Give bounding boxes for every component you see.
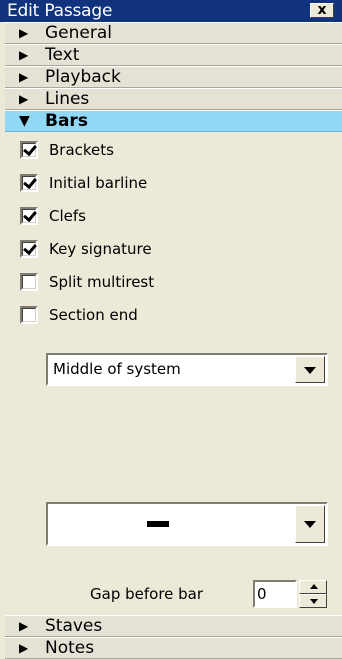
- checkbox-label: Section end: [49, 306, 138, 324]
- checkbox-label: Split multirest: [49, 273, 155, 291]
- checkbox-box[interactable]: [20, 306, 38, 324]
- section-playback[interactable]: ▶ Playback: [5, 66, 342, 88]
- section-label: Playback: [45, 67, 121, 87]
- section-text[interactable]: ▶ Text: [5, 44, 342, 66]
- triangle-right-icon: ▶: [19, 26, 29, 40]
- triangle-right-icon: ▶: [19, 641, 29, 655]
- gap-before-bar-input[interactable]: 0: [253, 580, 297, 608]
- chevron-down-icon[interactable]: [295, 505, 325, 543]
- section-label: Lines: [45, 89, 90, 109]
- triangle-right-icon: ▶: [19, 92, 29, 106]
- section-general[interactable]: ▶ General: [5, 22, 342, 44]
- triangle-right-icon: ▶: [19, 70, 29, 84]
- triangle-right-icon: ▶: [19, 48, 29, 62]
- checkbox-label: Clefs: [49, 207, 86, 225]
- checkbox-box[interactable]: [20, 141, 38, 159]
- normal-barline-glyph-icon: [147, 521, 169, 527]
- checkbox-box[interactable]: [20, 174, 38, 192]
- section-label: Bars: [45, 111, 88, 131]
- checkbox-label: Brackets: [49, 141, 114, 159]
- close-icon: x: [317, 2, 327, 18]
- checkbox-label: Key signature: [49, 240, 152, 258]
- chevron-down-icon[interactable]: [295, 356, 325, 383]
- section-notes[interactable]: ▶ Notes: [5, 637, 342, 659]
- window-title: Edit Passage: [7, 1, 113, 21]
- checkbox-box[interactable]: [20, 207, 38, 225]
- triangle-down-icon: ▼: [19, 113, 30, 129]
- close-button[interactable]: x: [310, 3, 334, 18]
- section-lines[interactable]: ▶ Lines: [5, 88, 342, 110]
- position-select-value: Middle of system: [53, 360, 181, 378]
- section-bars[interactable]: ▼ Bars: [5, 110, 342, 132]
- spin-down-button[interactable]: [299, 594, 327, 608]
- checkbox-box[interactable]: [20, 273, 38, 291]
- section-label: Staves: [45, 616, 103, 636]
- title-bar: Edit Passage x: [0, 0, 342, 22]
- section-label: Text: [45, 45, 80, 65]
- barline-select[interactable]: [46, 502, 328, 546]
- section-label: Notes: [45, 638, 95, 658]
- triangle-right-icon: ▶: [19, 619, 29, 633]
- gap-before-bar-label: Gap before bar: [90, 585, 204, 603]
- checkbox-box[interactable]: [20, 240, 38, 258]
- section-staves[interactable]: ▶ Staves: [5, 615, 342, 637]
- position-select[interactable]: Middle of system: [46, 353, 328, 386]
- section-label: General: [45, 23, 112, 43]
- checkbox-label: Initial barline: [49, 174, 148, 192]
- spin-up-button[interactable]: [299, 580, 327, 594]
